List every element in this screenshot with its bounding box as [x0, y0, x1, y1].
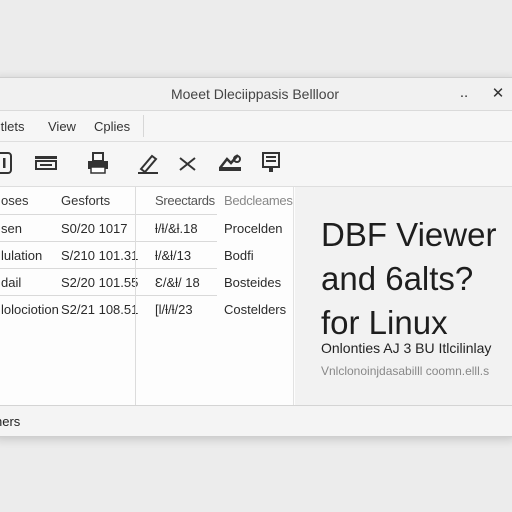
headline-line: for Linux	[321, 304, 448, 341]
column-header[interactable]: Sreectards	[155, 193, 215, 208]
table-row[interactable]: sen S0/20 1017 ƚ/ƚ/&ƚ.18 Procelden	[0, 215, 295, 242]
table-cell: S/210 101.31	[61, 248, 139, 263]
app-window: Moeet Dleciippasis Bellloor .. ✕ Itlets …	[0, 77, 512, 437]
menu-item-itlets[interactable]: Itlets	[0, 119, 24, 134]
menu-item-cplies[interactable]: Cplies	[94, 119, 130, 134]
table-cell: Costelders	[224, 302, 287, 317]
menu-bar: Itlets View Cplies	[0, 111, 512, 142]
table-cell: Bosteides	[224, 275, 282, 290]
table-header-row: oses Gesforts Sreectards Bedcleames	[0, 187, 295, 214]
panel-subtitle: Onlonties AJ 3 BU Itlcilinlay	[321, 340, 492, 356]
table-cell: Bodfi	[224, 248, 254, 263]
tools-icon[interactable]	[217, 150, 243, 176]
table-cell: lulation	[1, 248, 43, 263]
toolbar	[0, 142, 512, 187]
panel-headline: DBF Viewer and 6alts? for Linux	[321, 213, 512, 345]
title-bar: Moeet Dleciippasis Bellloor .. ✕	[0, 78, 512, 111]
table-cell: sen	[1, 221, 22, 236]
minimize-button[interactable]: ..	[455, 84, 473, 101]
export-icon[interactable]	[259, 150, 285, 176]
column-divider[interactable]	[135, 187, 136, 405]
print-icon[interactable]	[85, 150, 111, 176]
table-cell: dail	[1, 275, 22, 290]
window-title: Moeet Dleciippasis Bellloor	[170, 86, 340, 102]
pane-divider[interactable]	[293, 187, 294, 405]
menu-separator	[143, 115, 144, 137]
table-icon[interactable]	[33, 150, 59, 176]
table-cell: Ɛ/&ƚ/ 18	[155, 275, 200, 290]
close-button[interactable]: ✕	[489, 84, 507, 102]
status-bar: ners	[0, 405, 512, 436]
table-row[interactable]: dail S2/20 101.55 Ɛ/&ƚ/ 18 Bosteides	[0, 269, 295, 296]
headline-line: DBF Viewer	[321, 216, 497, 253]
table-cell: Procelden	[224, 221, 283, 236]
status-text: ners	[0, 414, 21, 429]
table-cell: ƚ/ƚ/&ƚ.18	[155, 221, 198, 236]
table-cell: ƚ/&ƚ/13	[155, 248, 192, 263]
records-table: oses Gesforts Sreectards Bedcleames sen …	[0, 187, 295, 405]
table-row[interactable]: lolociotion S2/21 108.51 [Ɩ/ƚ/ƚ/23 Coste…	[0, 296, 295, 323]
column-header[interactable]: oses	[1, 193, 28, 208]
table-cell: [Ɩ/ƚ/ƚ/23	[155, 302, 193, 317]
table-row[interactable]: lulation S/210 101.31 ƚ/&ƚ/13 Bodfi	[0, 242, 295, 269]
info-panel: DBF Viewer and 6alts? for Linux Onlontie…	[295, 187, 512, 405]
main-content: oses Gesforts Sreectards Bedcleames sen …	[0, 187, 512, 405]
table-cell: S2/20 101.55	[61, 275, 139, 290]
headline-line: and 6alts?	[321, 260, 474, 297]
panel-caption: Vnlclonoinjdasabilll coomn.elll.s	[321, 364, 490, 378]
column-header[interactable]: Gesforts	[61, 193, 110, 208]
menu-item-view[interactable]: View	[48, 119, 76, 134]
table-cell: S0/20 1017	[61, 221, 128, 236]
column-header[interactable]: Bedcleames	[224, 193, 293, 208]
edit-icon[interactable]	[135, 150, 161, 176]
delete-icon[interactable]	[175, 150, 201, 176]
table-cell: lolociotion	[1, 302, 59, 317]
table-cell: S2/21 108.51	[61, 302, 139, 317]
info-icon[interactable]	[0, 150, 21, 176]
